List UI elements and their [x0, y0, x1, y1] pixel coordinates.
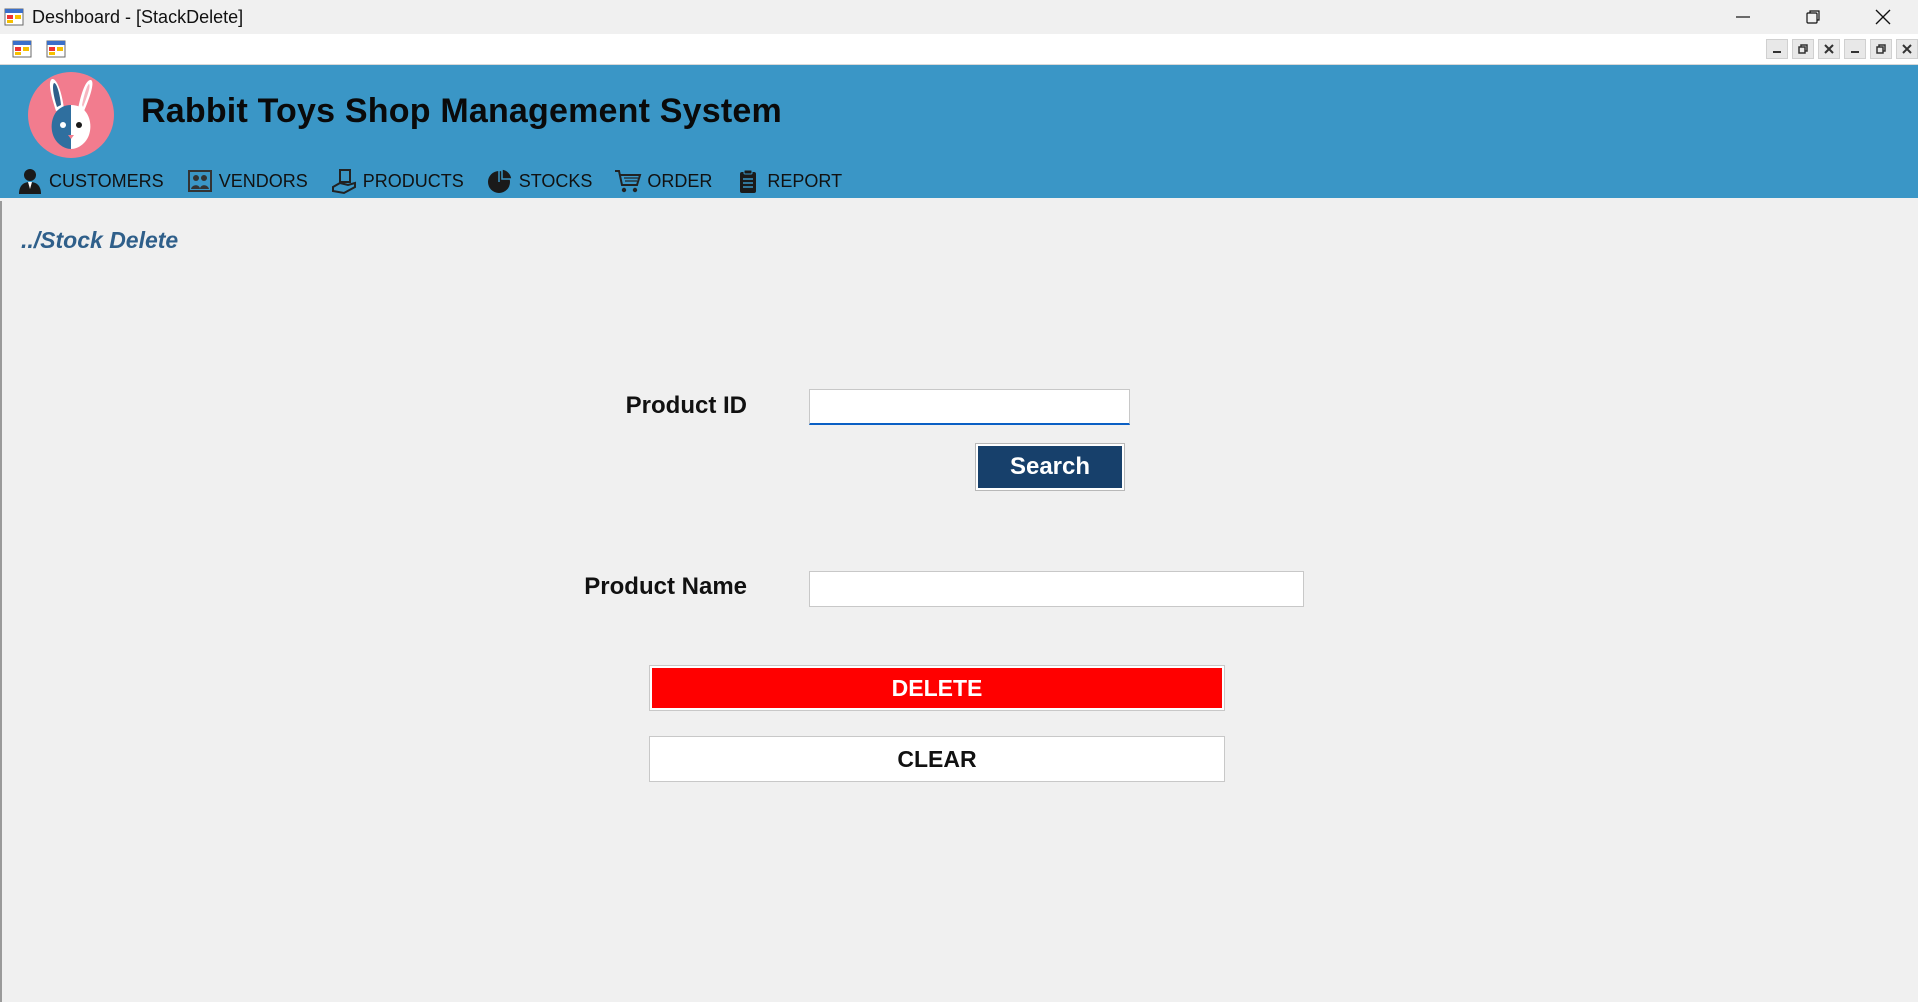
- delete-button-label: DELETE: [652, 668, 1222, 708]
- mdi-form-icon[interactable]: [12, 39, 32, 59]
- product-id-label: Product ID: [625, 392, 747, 419]
- clear-button[interactable]: CLEAR: [649, 736, 1225, 782]
- search-button[interactable]: Search: [975, 443, 1125, 491]
- app-header: Rabbit Toys Shop Management System CUSTO…: [0, 65, 1918, 198]
- close-icon[interactable]: [1818, 39, 1840, 59]
- nav-label: PRODUCTS: [362, 170, 464, 191]
- nav-label: REPORT: [767, 170, 843, 191]
- restore-icon[interactable]: [1778, 0, 1848, 34]
- close-icon[interactable]: [1848, 0, 1918, 34]
- stock-delete-panel: ../Stock Delete Product ID Search Produc…: [0, 201, 1918, 1002]
- pie-chart-icon: [486, 167, 514, 195]
- minimize-icon[interactable]: [1708, 0, 1778, 34]
- window-title: Deshboard - [StackDelete]: [32, 6, 244, 27]
- delete-button[interactable]: DELETE: [649, 665, 1225, 711]
- main-nav: CUSTOMERS VENDORS PRODUCTS STOCKS ORDER …: [16, 165, 864, 197]
- minimize-icon[interactable]: [1766, 39, 1788, 59]
- minimize-icon[interactable]: [1844, 39, 1866, 59]
- nav-stocks[interactable]: STOCKS: [486, 167, 593, 195]
- user-icon: [16, 167, 44, 195]
- restore-icon[interactable]: [1870, 39, 1892, 59]
- mdi-form-icon[interactable]: [46, 39, 66, 59]
- mdi-menu-strip: [0, 34, 1918, 65]
- nav-order[interactable]: ORDER: [614, 167, 712, 195]
- nav-products[interactable]: PRODUCTS: [330, 167, 464, 195]
- mdi-controls: [1766, 39, 1918, 59]
- product-id-input[interactable]: [809, 389, 1130, 425]
- nav-label: ORDER: [647, 170, 713, 191]
- product-name-input[interactable]: [809, 571, 1304, 607]
- product-icon: [330, 167, 358, 195]
- app-title: Rabbit Toys Shop Management System: [141, 92, 782, 130]
- nav-label: STOCKS: [518, 170, 593, 191]
- breadcrumb: ../Stock Delete: [21, 227, 179, 253]
- nav-label: VENDORS: [218, 170, 308, 191]
- vendor-icon: [186, 167, 214, 195]
- nav-customers[interactable]: CUSTOMERS: [16, 167, 164, 195]
- window-controls: [1708, 0, 1918, 34]
- cart-icon: [614, 167, 642, 195]
- product-name-label: Product Name: [584, 573, 747, 600]
- nav-label: CUSTOMERS: [49, 170, 164, 191]
- search-button-label: Search: [978, 446, 1122, 488]
- nav-report[interactable]: REPORT: [734, 167, 842, 195]
- restore-icon[interactable]: [1792, 39, 1814, 59]
- app-form-icon[interactable]: [4, 7, 24, 27]
- close-icon[interactable]: [1896, 39, 1918, 59]
- nav-vendors[interactable]: VENDORS: [186, 167, 308, 195]
- clipboard-icon: [734, 167, 762, 195]
- rabbit-logo: [26, 71, 116, 159]
- window-title-bar: Deshboard - [StackDelete]: [0, 0, 1918, 34]
